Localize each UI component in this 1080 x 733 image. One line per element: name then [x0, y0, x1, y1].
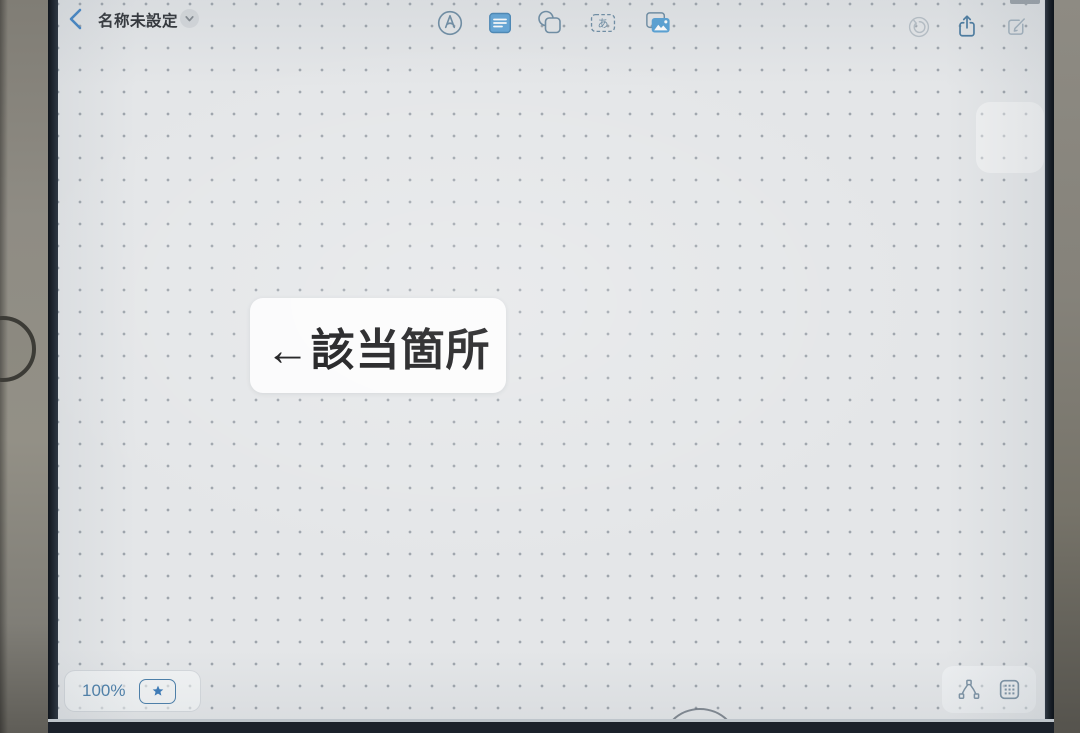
compose-icon — [1004, 14, 1029, 39]
sticky-note-tool-button[interactable] — [485, 8, 515, 38]
screen-glare — [976, 102, 1044, 173]
background-wall-left — [0, 0, 50, 733]
title-menu-button[interactable] — [180, 9, 199, 28]
favorite-button[interactable] — [139, 679, 176, 704]
grid-toggle-button[interactable] — [997, 677, 1022, 702]
star-icon — [151, 684, 165, 698]
ipad-bezel-right — [1044, 0, 1054, 733]
freeform-canvas[interactable]: 名称未設定 — [58, 0, 1044, 721]
ipad-bezel-left — [48, 0, 58, 733]
share-button[interactable] — [954, 12, 980, 40]
pencil-circle-icon — [436, 9, 464, 37]
connector-button[interactable] — [956, 677, 982, 703]
canvas-text-note[interactable]: ←該当箇所 — [250, 298, 506, 393]
text-box-icon: あ — [588, 9, 618, 37]
ipad-bezel-bottom — [48, 719, 1054, 733]
photo-of-ipad: 名称未設定 — [0, 0, 1080, 733]
zoom-level-button[interactable]: 100% — [82, 681, 125, 701]
chevron-down-icon — [183, 12, 196, 25]
document-title[interactable]: 名称未設定 — [98, 9, 178, 31]
shapes-tool-button[interactable] — [535, 8, 565, 38]
text-tool-glyph: あ — [597, 17, 608, 30]
photo-icon — [643, 9, 673, 37]
draw-tool-button[interactable] — [435, 8, 465, 38]
chevron-left-icon — [64, 6, 90, 32]
zoom-controls: 100% — [64, 670, 201, 712]
undo-button[interactable] — [907, 15, 931, 39]
compose-button[interactable] — [1004, 14, 1029, 39]
note-text: ←該当箇所 — [266, 314, 491, 378]
wall-hole — [0, 316, 36, 382]
cropped-status-icon — [1010, 0, 1040, 4]
grid-icon — [997, 677, 1022, 702]
background-wall-right — [1054, 0, 1080, 733]
back-button[interactable] — [64, 6, 90, 32]
share-icon — [954, 12, 980, 40]
media-tool-button[interactable] — [643, 8, 673, 38]
shapes-icon — [535, 8, 565, 38]
sticky-note-icon — [486, 9, 514, 37]
canvas-view-controls — [942, 666, 1036, 713]
text-tool-button[interactable]: あ — [588, 8, 618, 38]
undo-icon — [907, 15, 931, 39]
connector-nodes-icon — [956, 677, 982, 703]
